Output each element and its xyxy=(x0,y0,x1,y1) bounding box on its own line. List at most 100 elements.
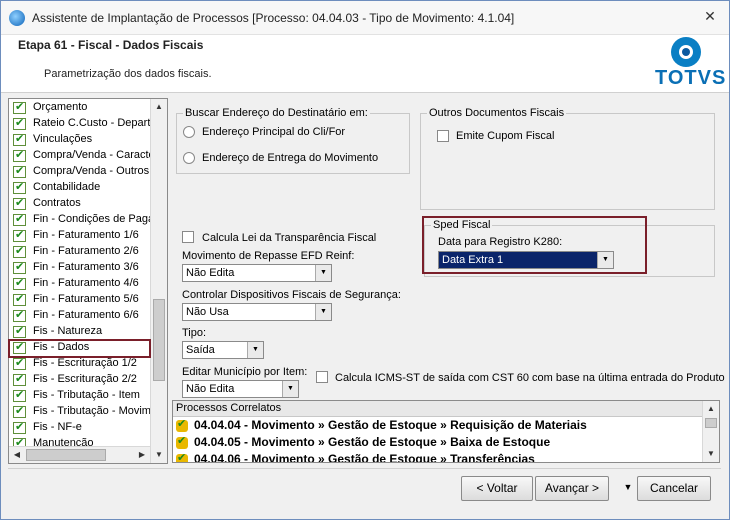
icms-st-label: Calcula ICMS-ST de saída com CST 60 com … xyxy=(335,372,725,384)
close-icon[interactable]: ✕ xyxy=(699,6,721,26)
checked-icon xyxy=(13,164,26,178)
tree-item[interactable]: Compra/Venda - Outros xyxy=(9,164,150,180)
checked-icon xyxy=(13,212,26,226)
dispositivos-label: Controlar Dispositivos Fiscais de Segura… xyxy=(182,289,401,301)
chevron-down-icon[interactable]: ▼ xyxy=(315,265,331,281)
tree-item[interactable]: Fis - Escrituração 1/2 xyxy=(9,356,150,372)
checked-icon xyxy=(13,372,26,386)
tree-item[interactable]: Fin - Faturamento 4/6 xyxy=(9,276,150,292)
checked-icon xyxy=(13,324,26,338)
checked-icon xyxy=(13,100,26,114)
radio-endereco-entrega[interactable] xyxy=(183,152,195,164)
checked-icon xyxy=(13,244,26,258)
tree-item[interactable]: Orçamento xyxy=(9,100,150,116)
tree-item-label: Fis - Tributação - Item xyxy=(33,389,140,401)
footer-divider xyxy=(8,468,721,469)
tree-list: Orçamento Rateio C.Custo - Depart Vinculaç… xyxy=(9,100,150,452)
wizard-window: Assistente de Implantação de Processos [… xyxy=(0,0,730,520)
tree-item-label: Fis - Escrituração 1/2 xyxy=(33,357,137,369)
scroll-down-icon[interactable]: ▼ xyxy=(151,447,167,463)
voltar-button[interactable]: < Voltar xyxy=(461,476,533,501)
tree-item-label: Fin - Faturamento 2/6 xyxy=(33,245,139,257)
checked-icon xyxy=(13,180,26,194)
tree-horizontal-scrollbar[interactable]: ◀ ▶ xyxy=(9,446,150,463)
tree-item[interactable]: Fis - Natureza xyxy=(9,324,150,340)
scroll-left-icon[interactable]: ◀ xyxy=(9,447,25,463)
repasse-label: Movimento de Repasse EFD Reinf: xyxy=(182,250,355,262)
correlato-label: 04.04.06 - Movimento » Gestão de Estoque… xyxy=(194,452,535,463)
scroll-up-icon[interactable]: ▲ xyxy=(703,401,719,417)
checked-icon xyxy=(13,308,26,322)
tree-item[interactable]: Fis - Escrituração 2/2 xyxy=(9,372,150,388)
tree-item-label: Fis - Escrituração 2/2 xyxy=(33,373,137,385)
tree-item[interactable]: Contratos xyxy=(9,196,150,212)
correlatos-scrollbar[interactable]: ▲ ▼ xyxy=(702,401,719,462)
checked-icon xyxy=(13,260,26,274)
municipio-select[interactable]: Não Edita ▼ xyxy=(182,380,299,398)
radio-endereco-entrega-label: Endereço de Entrega do Movimento xyxy=(202,152,379,164)
tree-item-label: Fin - Faturamento 5/6 xyxy=(33,293,139,305)
step-description: Parametrização dos dados fiscais. xyxy=(44,68,212,80)
tree-item-label: Fin - Faturamento 6/6 xyxy=(33,309,139,321)
tree-item[interactable]: Fin - Faturamento 1/6 xyxy=(9,228,150,244)
hscroll-thumb[interactable] xyxy=(26,449,106,461)
chevron-down-icon[interactable]: ▼ xyxy=(282,381,298,397)
tree-item-label: Fis - Tributação - Movime xyxy=(33,405,150,417)
dispositivos-select[interactable]: Não Usa ▼ xyxy=(182,303,332,321)
municipio-value: Não Edita xyxy=(186,383,235,395)
checked-icon xyxy=(13,276,26,290)
step-header: Etapa 61 - Fiscal - Dados Fiscais Parame… xyxy=(1,35,729,93)
steps-tree[interactable]: Orçamento Rateio C.Custo - Depart Vinculaç… xyxy=(8,98,168,464)
checked-icon xyxy=(13,132,26,146)
tree-item[interactable]: Vinculações xyxy=(9,132,150,148)
scroll-right-icon[interactable]: ▶ xyxy=(134,447,150,463)
process-check-icon xyxy=(176,451,188,462)
tipo-value: Saída xyxy=(186,344,215,356)
tree-item-label: Compra/Venda - Outros xyxy=(33,165,150,177)
checked-icon xyxy=(13,148,26,162)
icms-st-checkbox[interactable] xyxy=(316,371,328,383)
tree-vertical-scrollbar[interactable]: ▲ ▼ xyxy=(150,99,167,463)
tree-item[interactable]: Fis - Tributação - Item xyxy=(9,388,150,404)
correlatos-header: Processos Correlatos xyxy=(173,401,703,417)
tree-item[interactable]: Fin - Condições de Pagar xyxy=(9,212,150,228)
correlato-label: 04.04.04 - Movimento » Gestão de Estoque… xyxy=(194,418,587,432)
correlatos-header-label: Processos Correlatos xyxy=(176,402,282,414)
cancelar-button[interactable]: Cancelar xyxy=(637,476,711,501)
correlatos-scroll-thumb[interactable] xyxy=(705,418,717,428)
tree-item[interactable]: Fin - Faturamento 3/6 xyxy=(9,260,150,276)
tree-item[interactable]: Contabilidade xyxy=(9,180,150,196)
tree-item[interactable]: Fis - NF-e xyxy=(9,420,150,436)
title-bar: Assistente de Implantação de Processos [… xyxy=(1,1,729,35)
scroll-down-icon[interactable]: ▼ xyxy=(703,446,719,462)
checked-icon xyxy=(13,420,26,434)
chevron-down-icon[interactable]: ▼ xyxy=(315,304,331,320)
emite-cupom-checkbox[interactable] xyxy=(437,130,449,142)
chevron-down-icon[interactable]: ▼ xyxy=(247,342,263,358)
tree-item[interactable]: Fis - Tributação - Movime xyxy=(9,404,150,420)
municipio-label: Editar Município por Item: xyxy=(182,366,308,378)
tree-item[interactable]: Compra/Venda - Caracte xyxy=(9,148,150,164)
lei-transparencia-checkbox[interactable] xyxy=(182,231,194,243)
checked-icon xyxy=(13,292,26,306)
tipo-select[interactable]: Saída ▼ xyxy=(182,341,264,359)
tree-item[interactable]: Fin - Faturamento 6/6 xyxy=(9,308,150,324)
tree-item-label: Vinculações xyxy=(33,133,93,145)
process-check-icon xyxy=(176,417,188,432)
tree-item[interactable]: Rateio C.Custo - Depart xyxy=(9,116,150,132)
radio-endereco-principal[interactable] xyxy=(183,126,195,138)
tree-item[interactable]: Fin - Faturamento 5/6 xyxy=(9,292,150,308)
processos-correlatos-list[interactable]: Processos Correlatos 04.04.04 - Moviment… xyxy=(172,400,720,463)
tree-selection-highlight xyxy=(8,339,151,358)
dropdown-arrow-icon[interactable]: ▼ xyxy=(620,476,636,501)
dispositivos-value: Não Usa xyxy=(186,306,229,318)
scroll-thumb[interactable] xyxy=(153,299,165,381)
avancar-button[interactable]: Avançar > xyxy=(535,476,609,501)
tree-item[interactable]: Fin - Faturamento 2/6 xyxy=(9,244,150,260)
scroll-up-icon[interactable]: ▲ xyxy=(151,99,167,115)
tree-item-label: Fis - Natureza xyxy=(33,325,103,337)
repasse-select[interactable]: Não Edita ▼ xyxy=(182,264,332,282)
tree-item-label: Compra/Venda - Caracte xyxy=(33,149,150,161)
tree-item-label: Fis - NF-e xyxy=(33,421,82,433)
tree-item-label: Fin - Condições de Pagar xyxy=(33,213,150,225)
